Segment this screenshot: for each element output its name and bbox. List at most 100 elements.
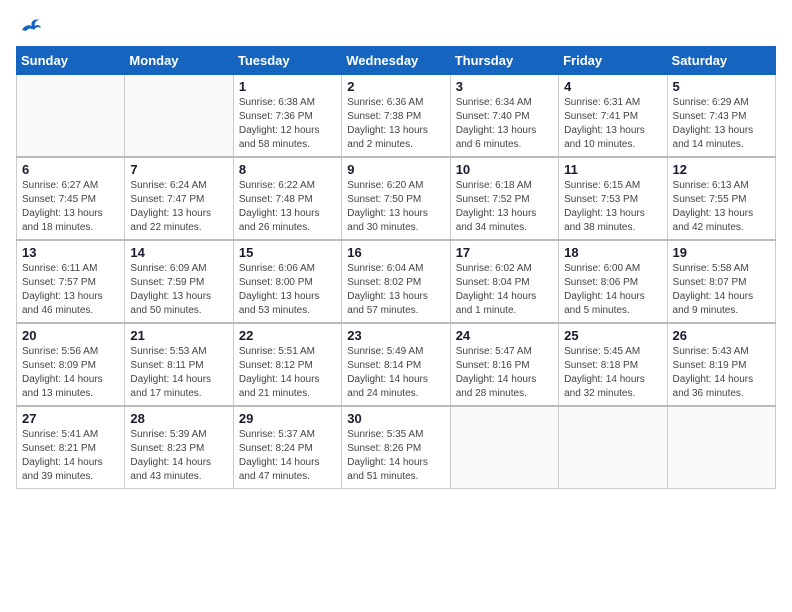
- day-number: 22: [239, 328, 336, 343]
- calendar-cell: 27 Sunrise: 5:41 AM Sunset: 8:21 PM Dayli…: [17, 406, 125, 489]
- calendar-cell: 29 Sunrise: 5:37 AM Sunset: 8:24 PM Dayli…: [233, 406, 341, 489]
- calendar-week-row: 20 Sunrise: 5:56 AM Sunset: 8:09 PM Dayli…: [17, 323, 776, 406]
- calendar-cell: 28 Sunrise: 5:39 AM Sunset: 8:23 PM Dayli…: [125, 406, 233, 489]
- calendar-cell: 23 Sunrise: 5:49 AM Sunset: 8:14 PM Dayli…: [342, 323, 450, 406]
- calendar-header-row: SundayMondayTuesdayWednesdayThursdayFrid…: [17, 47, 776, 75]
- day-number: 17: [456, 245, 553, 260]
- day-number: 18: [564, 245, 661, 260]
- day-info: Sunrise: 5:45 AM Sunset: 8:18 PM Dayligh…: [564, 345, 661, 401]
- day-number: 15: [239, 245, 336, 260]
- day-number: 8: [239, 162, 336, 177]
- day-info: Sunrise: 6:06 AM Sunset: 8:00 PM Dayligh…: [239, 262, 336, 318]
- calendar-header-friday: Friday: [559, 47, 667, 75]
- day-info: Sunrise: 6:04 AM Sunset: 8:02 PM Dayligh…: [347, 262, 444, 318]
- day-number: 25: [564, 328, 661, 343]
- day-number: 1: [239, 79, 336, 94]
- day-info: Sunrise: 6:13 AM Sunset: 7:55 PM Dayligh…: [673, 179, 770, 235]
- calendar-cell: 24 Sunrise: 5:47 AM Sunset: 8:16 PM Dayli…: [450, 323, 558, 406]
- day-info: Sunrise: 5:35 AM Sunset: 8:26 PM Dayligh…: [347, 428, 444, 484]
- day-info: Sunrise: 5:56 AM Sunset: 8:09 PM Dayligh…: [22, 345, 119, 401]
- day-number: 20: [22, 328, 119, 343]
- calendar-cell: 14 Sunrise: 6:09 AM Sunset: 7:59 PM Dayli…: [125, 240, 233, 323]
- calendar-cell: 1 Sunrise: 6:38 AM Sunset: 7:36 PM Daylig…: [233, 75, 341, 158]
- calendar-week-row: 13Sunrise: 6:11 AM Sunset: 7:57 PM Dayli…: [17, 240, 776, 323]
- calendar-cell: [450, 406, 558, 489]
- day-info: Sunrise: 6:27 AM Sunset: 7:45 PM Dayligh…: [22, 179, 119, 235]
- day-info: Sunrise: 6:29 AM Sunset: 7:43 PM Dayligh…: [673, 96, 770, 152]
- calendar-cell: 6 Sunrise: 6:27 AM Sunset: 7:45 PM Daylig…: [17, 157, 125, 240]
- calendar-cell: 5 Sunrise: 6:29 AM Sunset: 7:43 PM Daylig…: [667, 75, 775, 158]
- calendar-cell: 11 Sunrise: 6:15 AM Sunset: 7:53 PM Dayli…: [559, 157, 667, 240]
- day-info: Sunrise: 5:43 AM Sunset: 8:19 PM Dayligh…: [673, 345, 770, 401]
- calendar-cell: 9Sunrise: 6:20 AM Sunset: 7:50 PM Daylig…: [342, 157, 450, 240]
- calendar-cell: [125, 75, 233, 158]
- calendar-week-row: 6 Sunrise: 6:27 AM Sunset: 7:45 PM Daylig…: [17, 157, 776, 240]
- logo: [16, 16, 44, 34]
- day-info: Sunrise: 6:24 AM Sunset: 7:47 PM Dayligh…: [130, 179, 227, 235]
- day-number: 12: [673, 162, 770, 177]
- day-info: Sunrise: 6:22 AM Sunset: 7:48 PM Dayligh…: [239, 179, 336, 235]
- day-number: 11: [564, 162, 661, 177]
- page-header: [16, 16, 776, 34]
- calendar-cell: 3Sunrise: 6:34 AM Sunset: 7:40 PM Daylig…: [450, 75, 558, 158]
- day-number: 5: [673, 79, 770, 94]
- day-info: Sunrise: 6:36 AM Sunset: 7:38 PM Dayligh…: [347, 96, 444, 152]
- calendar-cell: 15 Sunrise: 6:06 AM Sunset: 8:00 PM Dayli…: [233, 240, 341, 323]
- day-number: 27: [22, 411, 119, 426]
- day-number: 26: [673, 328, 770, 343]
- calendar-table: SundayMondayTuesdayWednesdayThursdayFrid…: [16, 46, 776, 489]
- day-number: 19: [673, 245, 770, 260]
- day-info: Sunrise: 5:41 AM Sunset: 8:21 PM Dayligh…: [22, 428, 119, 484]
- day-number: 10: [456, 162, 553, 177]
- calendar-cell: 12 Sunrise: 6:13 AM Sunset: 7:55 PM Dayli…: [667, 157, 775, 240]
- day-number: 14: [130, 245, 227, 260]
- day-info: Sunrise: 5:47 AM Sunset: 8:16 PM Dayligh…: [456, 345, 553, 401]
- day-info: Sunrise: 5:49 AM Sunset: 8:14 PM Dayligh…: [347, 345, 444, 401]
- calendar-cell: [17, 75, 125, 158]
- calendar-cell: 22 Sunrise: 5:51 AM Sunset: 8:12 PM Dayli…: [233, 323, 341, 406]
- calendar-cell: 4Sunrise: 6:31 AM Sunset: 7:41 PM Daylig…: [559, 75, 667, 158]
- calendar-cell: 13Sunrise: 6:11 AM Sunset: 7:57 PM Dayli…: [17, 240, 125, 323]
- day-number: 3: [456, 79, 553, 94]
- calendar-cell: 10 Sunrise: 6:18 AM Sunset: 7:52 PM Dayli…: [450, 157, 558, 240]
- calendar-cell: 7 Sunrise: 6:24 AM Sunset: 7:47 PM Daylig…: [125, 157, 233, 240]
- day-number: 9: [347, 162, 444, 177]
- day-info: Sunrise: 6:09 AM Sunset: 7:59 PM Dayligh…: [130, 262, 227, 318]
- calendar-header-tuesday: Tuesday: [233, 47, 341, 75]
- day-number: 4: [564, 79, 661, 94]
- calendar-cell: 17 Sunrise: 6:02 AM Sunset: 8:04 PM Dayli…: [450, 240, 558, 323]
- day-info: Sunrise: 6:00 AM Sunset: 8:06 PM Dayligh…: [564, 262, 661, 318]
- calendar-header-thursday: Thursday: [450, 47, 558, 75]
- calendar-cell: [559, 406, 667, 489]
- day-number: 24: [456, 328, 553, 343]
- day-number: 6: [22, 162, 119, 177]
- day-number: 30: [347, 411, 444, 426]
- day-info: Sunrise: 5:51 AM Sunset: 8:12 PM Dayligh…: [239, 345, 336, 401]
- day-info: Sunrise: 6:18 AM Sunset: 7:52 PM Dayligh…: [456, 179, 553, 235]
- day-info: Sunrise: 5:39 AM Sunset: 8:23 PM Dayligh…: [130, 428, 227, 484]
- day-number: 7: [130, 162, 227, 177]
- calendar-cell: [667, 406, 775, 489]
- day-number: 21: [130, 328, 227, 343]
- calendar-cell: 21Sunrise: 5:53 AM Sunset: 8:11 PM Dayli…: [125, 323, 233, 406]
- calendar-cell: 30 Sunrise: 5:35 AM Sunset: 8:26 PM Dayli…: [342, 406, 450, 489]
- calendar-header-monday: Monday: [125, 47, 233, 75]
- day-info: Sunrise: 6:02 AM Sunset: 8:04 PM Dayligh…: [456, 262, 553, 318]
- calendar-cell: 16Sunrise: 6:04 AM Sunset: 8:02 PM Dayli…: [342, 240, 450, 323]
- calendar-cell: 19 Sunrise: 5:58 AM Sunset: 8:07 PM Dayli…: [667, 240, 775, 323]
- calendar-header-sunday: Sunday: [17, 47, 125, 75]
- day-info: Sunrise: 6:38 AM Sunset: 7:36 PM Dayligh…: [239, 96, 336, 152]
- calendar-cell: 20 Sunrise: 5:56 AM Sunset: 8:09 PM Dayli…: [17, 323, 125, 406]
- calendar-cell: 25 Sunrise: 5:45 AM Sunset: 8:18 PM Dayli…: [559, 323, 667, 406]
- day-number: 28: [130, 411, 227, 426]
- day-number: 29: [239, 411, 336, 426]
- calendar-cell: 8 Sunrise: 6:22 AM Sunset: 7:48 PM Daylig…: [233, 157, 341, 240]
- calendar-cell: 18 Sunrise: 6:00 AM Sunset: 8:06 PM Dayli…: [559, 240, 667, 323]
- day-info: Sunrise: 5:58 AM Sunset: 8:07 PM Dayligh…: [673, 262, 770, 318]
- day-info: Sunrise: 6:15 AM Sunset: 7:53 PM Dayligh…: [564, 179, 661, 235]
- day-number: 23: [347, 328, 444, 343]
- calendar-cell: 26 Sunrise: 5:43 AM Sunset: 8:19 PM Dayli…: [667, 323, 775, 406]
- calendar-header-saturday: Saturday: [667, 47, 775, 75]
- calendar-week-row: 27 Sunrise: 5:41 AM Sunset: 8:21 PM Dayli…: [17, 406, 776, 489]
- day-info: Sunrise: 5:37 AM Sunset: 8:24 PM Dayligh…: [239, 428, 336, 484]
